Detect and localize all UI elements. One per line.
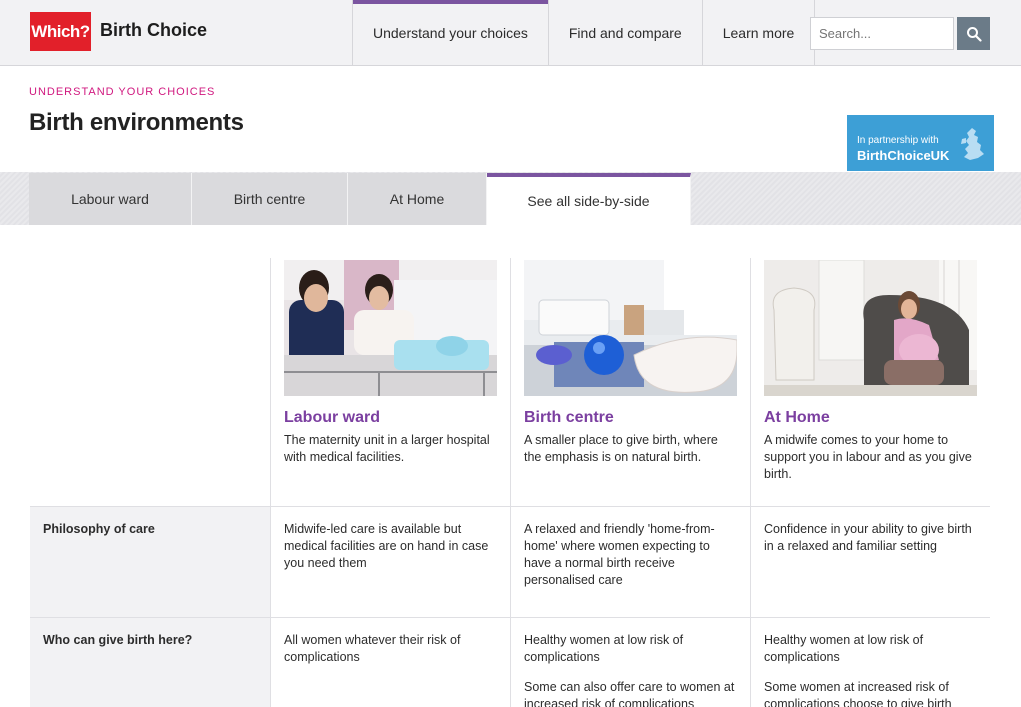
- nav-find-compare[interactable]: Find and compare: [547, 0, 702, 65]
- environment-title[interactable]: At Home: [764, 409, 977, 427]
- birth-centre-photo: [524, 260, 737, 396]
- search-icon: [966, 26, 982, 42]
- cell-paragraph: Some women at increased risk of complica…: [764, 680, 952, 707]
- environment-tabs: Labour ward Birth centre At Home See all…: [29, 173, 691, 225]
- page-title: Birth environments: [29, 109, 244, 136]
- environment-description: A midwife comes to your home to support …: [764, 433, 972, 481]
- environment-at-home: At Home A midwife comes to your home to …: [750, 258, 990, 506]
- table-row-who-can-give-birth: Who can give birth here? All women whate…: [30, 617, 990, 707]
- table-cell: Confidence in your ability to give birth…: [750, 507, 990, 617]
- labour-ward-photo: [284, 260, 497, 396]
- search-input[interactable]: [810, 17, 954, 50]
- comparison-table: Labour ward The maternity unit in a larg…: [30, 258, 990, 707]
- cell-paragraph: Some can also offer care to women at inc…: [524, 680, 735, 707]
- row-label: Philosophy of care: [30, 507, 270, 617]
- cell-paragraph: All women whatever their risk of complic…: [284, 633, 461, 664]
- partner-badge[interactable]: In partnership with BirthChoiceUK: [847, 115, 994, 171]
- tab-birth-centre[interactable]: Birth centre: [192, 173, 348, 225]
- cell-paragraph: Healthy women at low risk of complicatio…: [764, 633, 924, 664]
- nav-understand-choices[interactable]: Understand your choices: [352, 0, 548, 65]
- uk-map-icon: [961, 128, 984, 160]
- environment-title[interactable]: Birth centre: [524, 409, 737, 427]
- row-label: Who can give birth here?: [30, 618, 270, 707]
- environment-labour-ward: Labour ward The maternity unit in a larg…: [270, 258, 510, 506]
- brand-name[interactable]: Birth Choice: [100, 20, 207, 41]
- table-cell: Healthy women at low risk of complicatio…: [510, 618, 750, 707]
- main-nav: Understand your choices Find and compare…: [352, 0, 816, 65]
- table-cell: Midwife-led care is available but medica…: [270, 507, 510, 617]
- top-bar: Which? Birth Choice Understand your choi…: [0, 0, 1021, 66]
- table-row-philosophy: Philosophy of care Midwife-led care is a…: [30, 506, 990, 617]
- tab-at-home[interactable]: At Home: [348, 173, 487, 225]
- cell-paragraph: Healthy women at low risk of complicatio…: [524, 633, 684, 664]
- at-home-photo: [764, 260, 977, 396]
- search-button[interactable]: [957, 17, 990, 50]
- environment-description: A smaller place to give birth, where the…: [524, 433, 718, 464]
- environment-title[interactable]: Labour ward: [284, 409, 497, 427]
- tab-see-all[interactable]: See all side-by-side: [487, 173, 691, 225]
- nav-learn-more[interactable]: Learn more: [701, 0, 816, 65]
- empty-header-cell: [30, 258, 270, 506]
- table-cell: All women whatever their risk of complic…: [270, 618, 510, 707]
- table-cell: Healthy women at low risk of complicatio…: [750, 618, 990, 707]
- environment-birth-centre: Birth centre A smaller place to give bir…: [510, 258, 750, 506]
- which-logo[interactable]: Which?: [30, 12, 91, 51]
- environment-header-row: Labour ward The maternity unit in a larg…: [30, 258, 990, 506]
- section-eyebrow[interactable]: UNDERSTAND YOUR CHOICES: [29, 86, 215, 98]
- table-cell: A relaxed and friendly 'home-from-home' …: [510, 507, 750, 617]
- environment-description: The maternity unit in a larger hospital …: [284, 433, 490, 464]
- tab-labour-ward[interactable]: Labour ward: [29, 173, 192, 225]
